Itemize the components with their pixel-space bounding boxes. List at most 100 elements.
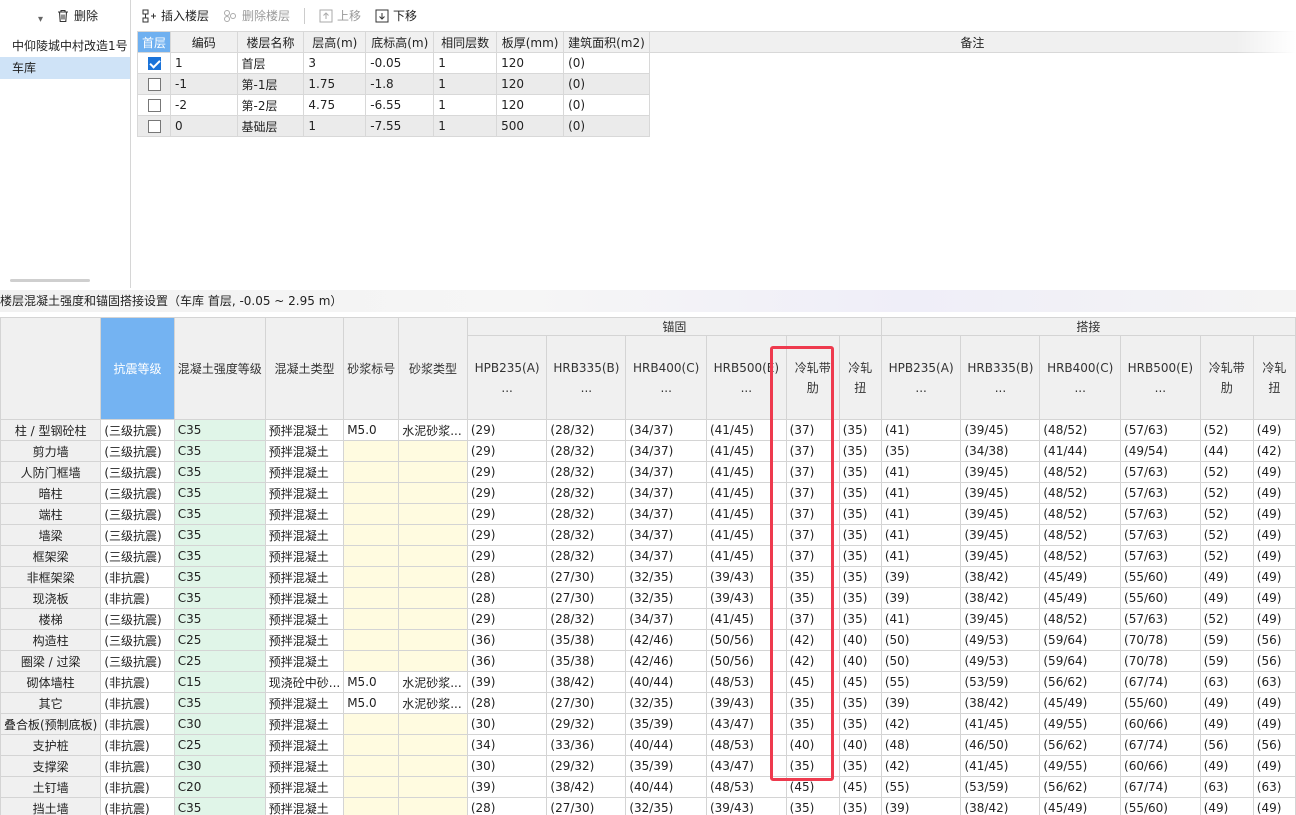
anchor-cell[interactable]: (35/39): [625, 755, 707, 777]
anchor-cell[interactable]: (42): [785, 650, 840, 672]
first-floor-checkbox[interactable]: [147, 120, 161, 133]
anchor-cell[interactable]: (38/42): [960, 692, 1041, 714]
anchor-cell[interactable]: (48/53): [705, 671, 787, 693]
anchor-cell[interactable]: (41/45): [705, 524, 787, 546]
floor-cell-note[interactable]: [649, 95, 1295, 116]
anchor-cell[interactable]: (三级抗震): [100, 545, 175, 567]
anchor-cell[interactable]: 水泥砂浆...: [398, 692, 468, 714]
anchor-cell[interactable]: (36): [466, 629, 548, 651]
anchor-row[interactable]: 剪力墙 (三级抗震) C35 预拌混凝土 (29) (28/32) (34/37) (41/4…: [0, 440, 1296, 462]
anchor-cell[interactable]: (三级抗震): [100, 482, 175, 504]
anchor-cell[interactable]: C35: [173, 503, 266, 525]
anchor-cell[interactable]: [343, 482, 400, 504]
anchor-cell[interactable]: 预拌混凝土: [264, 713, 345, 735]
move-up-button[interactable]: 上移: [319, 7, 361, 24]
anchor-cell[interactable]: (39/45): [960, 461, 1041, 483]
anchor-cell[interactable]: (45): [838, 671, 882, 693]
floor-cell-same[interactable]: 1: [433, 115, 498, 137]
anchor-cell[interactable]: (59/64): [1039, 629, 1122, 651]
anchor-cell[interactable]: [398, 734, 468, 756]
anchor-cell[interactable]: (29): [466, 419, 548, 441]
anchor-cell[interactable]: (30): [466, 755, 548, 777]
anchor-cell[interactable]: (49): [1252, 692, 1296, 714]
anchor-cell[interactable]: 预拌混凝土: [264, 650, 345, 672]
floor-cell-code[interactable]: 1: [170, 52, 238, 74]
anchor-cell[interactable]: (35): [838, 587, 882, 609]
floor-cell-note[interactable]: [649, 116, 1295, 137]
floor-cell-slab[interactable]: 120: [496, 52, 565, 74]
anchor-cell[interactable]: 预拌混凝土: [264, 545, 345, 567]
anchor-cell[interactable]: (41): [880, 482, 962, 504]
anchor-cell[interactable]: 预拌混凝土: [264, 440, 345, 462]
anchor-cell[interactable]: (49): [1252, 461, 1296, 483]
anchor-cell[interactable]: (35): [785, 755, 840, 777]
floor-col-header[interactable]: 层高(m): [303, 31, 367, 53]
anchor-cell[interactable]: [398, 524, 468, 546]
anchor-cell[interactable]: (34/37): [625, 419, 707, 441]
anchor-cell[interactable]: (非抗震): [100, 776, 175, 798]
anchor-cell[interactable]: (28): [466, 692, 548, 714]
anchor-cell[interactable]: [343, 461, 400, 483]
anchor-cell[interactable]: (48/52): [1039, 608, 1122, 630]
anchor-cell[interactable]: (34/38): [960, 440, 1041, 462]
floor-cell-height[interactable]: 1.75: [303, 73, 367, 95]
anchor-cell[interactable]: (39): [880, 566, 962, 588]
anchor-col-header[interactable]: 砂浆类型: [398, 317, 468, 420]
anchor-cell[interactable]: (52): [1199, 461, 1254, 483]
anchor-cell[interactable]: (39): [880, 587, 962, 609]
delete-button[interactable]: 删除: [56, 7, 98, 24]
anchor-cell[interactable]: M5.0: [343, 671, 400, 693]
anchor-cell[interactable]: [343, 629, 400, 651]
anchor-cell[interactable]: (40): [838, 734, 882, 756]
anchor-cell[interactable]: [343, 545, 400, 567]
floor-cell-area[interactable]: (0): [563, 73, 650, 95]
anchor-cell[interactable]: (42/46): [625, 650, 707, 672]
anchor-cell[interactable]: [398, 545, 468, 567]
anchor-cell[interactable]: (49): [1252, 713, 1296, 735]
anchor-cell[interactable]: (42): [880, 755, 962, 777]
anchor-cell[interactable]: C15: [173, 671, 266, 693]
anchor-cell[interactable]: (49): [1252, 755, 1296, 777]
anchor-cell[interactable]: (52): [1199, 419, 1254, 441]
floor-cell-bottom[interactable]: -1.8: [365, 73, 435, 95]
anchor-cell[interactable]: (49): [1252, 587, 1296, 609]
first-floor-checkbox[interactable]: [147, 78, 161, 91]
anchor-cell[interactable]: (67/74): [1120, 734, 1201, 756]
anchor-cell[interactable]: (40): [838, 629, 882, 651]
anchor-cell[interactable]: (28/32): [546, 461, 627, 483]
anchor-row[interactable]: 人防门框墙 (三级抗震) C35 预拌混凝土 (29) (28/32) (34/37) (41…: [0, 461, 1296, 483]
anchor-cell[interactable]: (非抗震): [100, 755, 175, 777]
floor-cell-bottom[interactable]: -7.55: [365, 115, 435, 137]
anchor-cell[interactable]: (32/35): [625, 692, 707, 714]
anchor-cell[interactable]: (35): [838, 755, 882, 777]
anchor-cell[interactable]: (42/46): [625, 629, 707, 651]
anchor-row[interactable]: 叠合板(预制底板) (非抗震) C30 预拌混凝土 (30) (29/32) (35/39)…: [0, 713, 1296, 735]
anchor-cell[interactable]: 预拌混凝土: [264, 461, 345, 483]
anchor-cell[interactable]: (35): [838, 524, 882, 546]
anchor-col-header[interactable]: HRB335(B) ...: [546, 335, 627, 420]
floor-col-header[interactable]: 建筑面积(m2): [563, 31, 650, 53]
anchor-col-header[interactable]: 混凝土强度等级: [173, 317, 266, 420]
anchor-row[interactable]: 框架梁 (三级抗震) C35 预拌混凝土 (29) (28/32) (34/37) (41/4…: [0, 545, 1296, 567]
anchor-cell[interactable]: 预拌混凝土: [264, 629, 345, 651]
anchor-cell[interactable]: C35: [173, 608, 266, 630]
anchor-cell[interactable]: (35): [838, 692, 882, 714]
anchor-cell[interactable]: (38/42): [546, 776, 627, 798]
anchor-cell[interactable]: [343, 734, 400, 756]
anchor-cell[interactable]: (67/74): [1120, 776, 1201, 798]
anchor-cell[interactable]: (三级抗震): [100, 629, 175, 651]
anchor-cell[interactable]: (28): [466, 797, 548, 815]
anchor-row[interactable]: 端柱 (三级抗震) C35 预拌混凝土 (29) (28/32) (34/37) (41/45…: [0, 503, 1296, 525]
anchor-cell[interactable]: (56/62): [1039, 671, 1122, 693]
anchor-cell[interactable]: (38/42): [960, 587, 1041, 609]
anchor-cell[interactable]: (56): [1252, 629, 1296, 651]
anchor-cell[interactable]: [343, 587, 400, 609]
anchor-cell[interactable]: (28/32): [546, 482, 627, 504]
anchor-cell[interactable]: M5.0: [343, 692, 400, 714]
building-list-item[interactable]: 车库: [0, 57, 130, 79]
anchor-cell[interactable]: (49): [1252, 524, 1296, 546]
anchor-cell[interactable]: (49/53): [960, 650, 1041, 672]
anchor-cell[interactable]: (35): [838, 797, 882, 815]
anchor-cell[interactable]: (38/42): [960, 797, 1041, 815]
anchor-cell[interactable]: (39): [880, 797, 962, 815]
